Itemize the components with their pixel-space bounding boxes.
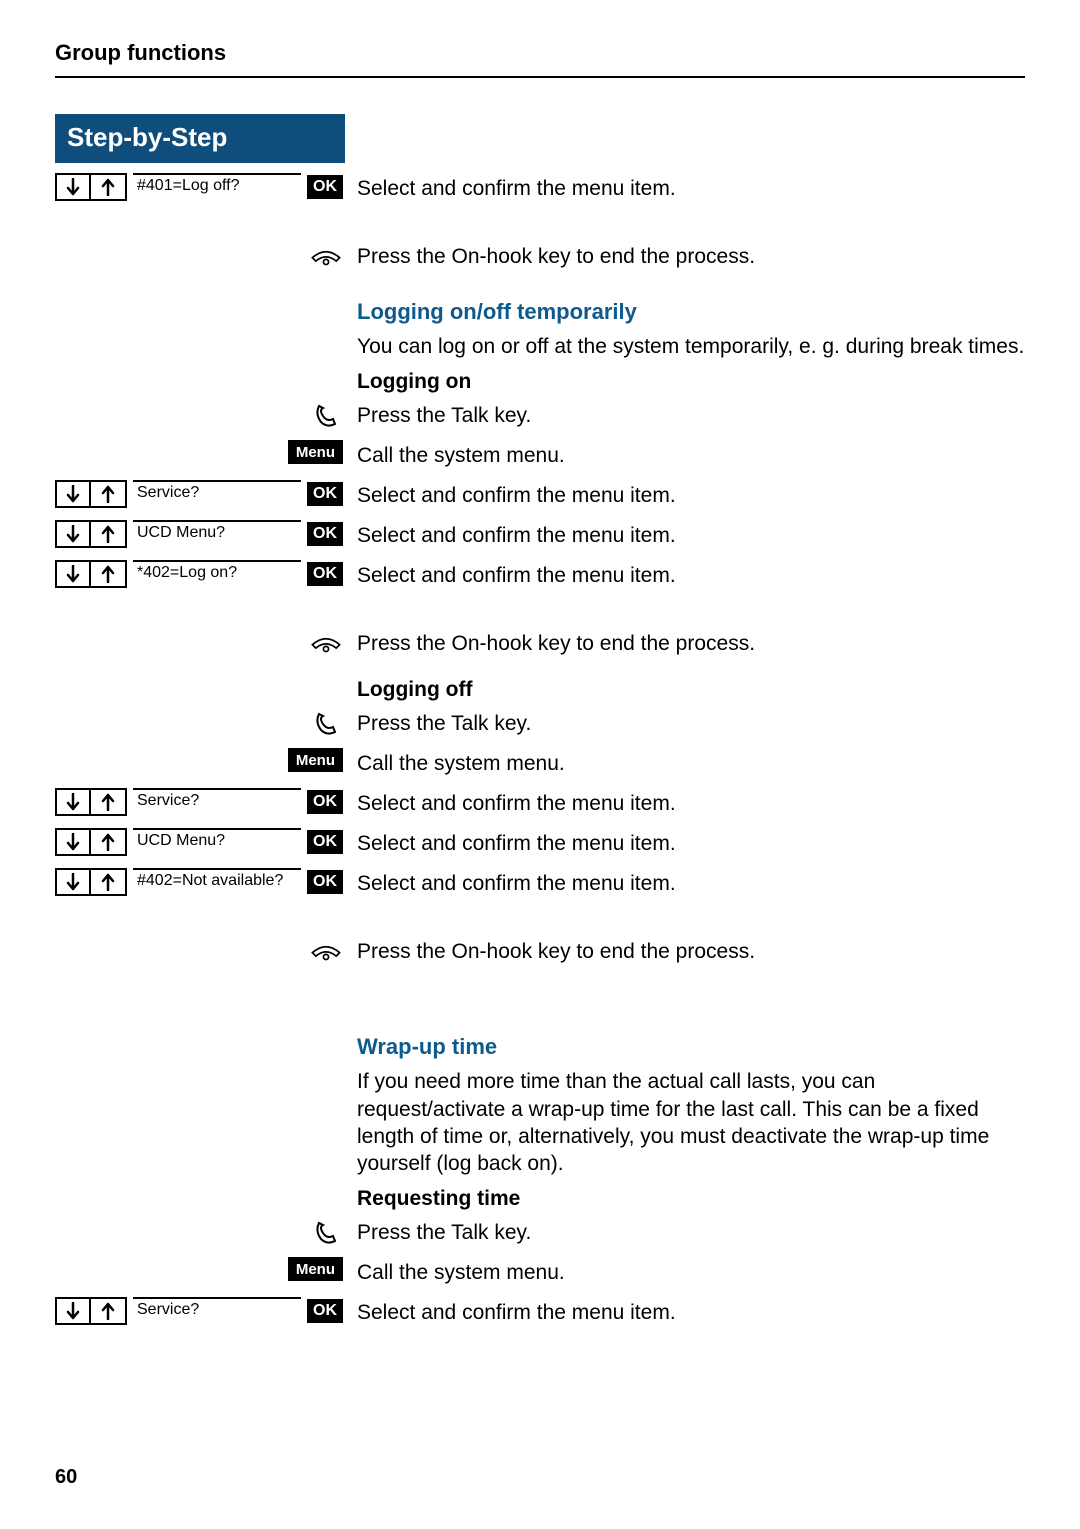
page-header: Group functions	[55, 40, 1025, 78]
step-by-step-header: Step-by-Step	[55, 114, 345, 163]
arrow-up-icon	[91, 828, 127, 856]
step-text: Select and confirm the menu item.	[345, 480, 1025, 509]
sub-title: Requesting time	[55, 1187, 1025, 1211]
step-row: Service? OK Select and confirm the menu …	[55, 788, 1025, 828]
step-text: Press the Talk key.	[345, 708, 1025, 737]
menu-item-label: UCD Menu?	[133, 520, 301, 548]
section-title: Wrap-up time	[55, 1034, 1025, 1060]
step-text: Press the On-hook key to end the process…	[345, 628, 1025, 657]
step-text: Select and confirm the menu item.	[345, 173, 1025, 202]
arrow-up-icon	[91, 1297, 127, 1325]
arrow-down-icon	[55, 520, 91, 548]
ok-button: OK	[307, 870, 343, 894]
step-text: Select and confirm the menu item.	[345, 788, 1025, 817]
arrow-down-icon	[55, 828, 91, 856]
arrow-down-icon	[55, 173, 91, 201]
step-row: Service? OK Select and confirm the menu …	[55, 1297, 1025, 1337]
talk-key-icon	[307, 1217, 343, 1247]
step-row: #401=Log off? OK Select and confirm the …	[55, 173, 1025, 213]
step-text: Press the Talk key.	[345, 1217, 1025, 1246]
paragraph: You can log on or off at the system temp…	[55, 333, 1025, 360]
step-row: Menu Call the system menu.	[55, 440, 1025, 480]
step-row: Press the Talk key.	[55, 708, 1025, 748]
step-row: UCD Menu? OK Select and confirm the menu…	[55, 520, 1025, 560]
ok-button: OK	[307, 790, 343, 814]
arrow-down-icon	[55, 868, 91, 896]
step-row: Press the Talk key.	[55, 1217, 1025, 1257]
step-text: Press the On-hook key to end the process…	[345, 936, 1025, 965]
step-text: Call the system menu.	[345, 748, 1025, 777]
step-row: Press the On-hook key to end the process…	[55, 241, 1025, 281]
arrow-down-icon	[55, 560, 91, 588]
arrow-up-icon	[91, 788, 127, 816]
ok-button: OK	[307, 482, 343, 506]
menu-item-label: Service?	[133, 480, 301, 508]
talk-key-icon	[307, 708, 343, 738]
menu-item-label: Service?	[133, 1297, 301, 1325]
step-text: Select and confirm the menu item.	[345, 520, 1025, 549]
talk-key-icon	[307, 400, 343, 430]
menu-button: Menu	[288, 440, 343, 464]
step-row: *402=Log on? OK Select and confirm the m…	[55, 560, 1025, 600]
arrow-up-icon	[91, 560, 127, 588]
menu-item-label: Service?	[133, 788, 301, 816]
step-text: Select and confirm the menu item.	[345, 1297, 1025, 1326]
ok-button: OK	[307, 522, 343, 546]
menu-item-label: #401=Log off?	[133, 173, 301, 201]
ok-button: OK	[307, 1299, 343, 1323]
step-text: Select and confirm the menu item.	[345, 560, 1025, 589]
step-text: Select and confirm the menu item.	[345, 868, 1025, 897]
step-row: Press the Talk key.	[55, 400, 1025, 440]
step-row: Service? OK Select and confirm the menu …	[55, 480, 1025, 520]
menu-item-label: #402=Not available?	[133, 868, 301, 896]
arrow-down-icon	[55, 1297, 91, 1325]
step-row: Press the On-hook key to end the process…	[55, 936, 1025, 976]
step-row: Menu Call the system menu.	[55, 1257, 1025, 1297]
arrow-down-icon	[55, 480, 91, 508]
sub-title: Logging on	[55, 370, 1025, 394]
arrow-up-icon	[91, 868, 127, 896]
step-text: Press the On-hook key to end the process…	[345, 241, 1025, 270]
arrow-down-icon	[55, 788, 91, 816]
sub-title: Logging off	[55, 678, 1025, 702]
ok-button: OK	[307, 830, 343, 854]
onhook-key-icon	[307, 628, 343, 658]
menu-item-label: *402=Log on?	[133, 560, 301, 588]
paragraph: If you need more time than the actual ca…	[55, 1068, 1025, 1177]
section-title: Logging on/off temporarily	[55, 299, 1025, 325]
onhook-key-icon	[307, 241, 343, 271]
step-row: #402=Not available? OK Select and confir…	[55, 868, 1025, 908]
arrow-up-icon	[91, 173, 127, 201]
step-row: Press the On-hook key to end the process…	[55, 628, 1025, 668]
step-row: Menu Call the system menu.	[55, 748, 1025, 788]
page-number: 60	[55, 1466, 77, 1489]
step-row: UCD Menu? OK Select and confirm the menu…	[55, 828, 1025, 868]
step-text: Call the system menu.	[345, 1257, 1025, 1286]
menu-button: Menu	[288, 748, 343, 772]
menu-item-label: UCD Menu?	[133, 828, 301, 856]
step-text: Select and confirm the menu item.	[345, 828, 1025, 857]
step-text: Press the Talk key.	[345, 400, 1025, 429]
arrow-up-icon	[91, 520, 127, 548]
onhook-key-icon	[307, 936, 343, 966]
step-text: Call the system menu.	[345, 440, 1025, 469]
ok-button: OK	[307, 175, 343, 199]
arrow-up-icon	[91, 480, 127, 508]
ok-button: OK	[307, 562, 343, 586]
menu-button: Menu	[288, 1257, 343, 1281]
